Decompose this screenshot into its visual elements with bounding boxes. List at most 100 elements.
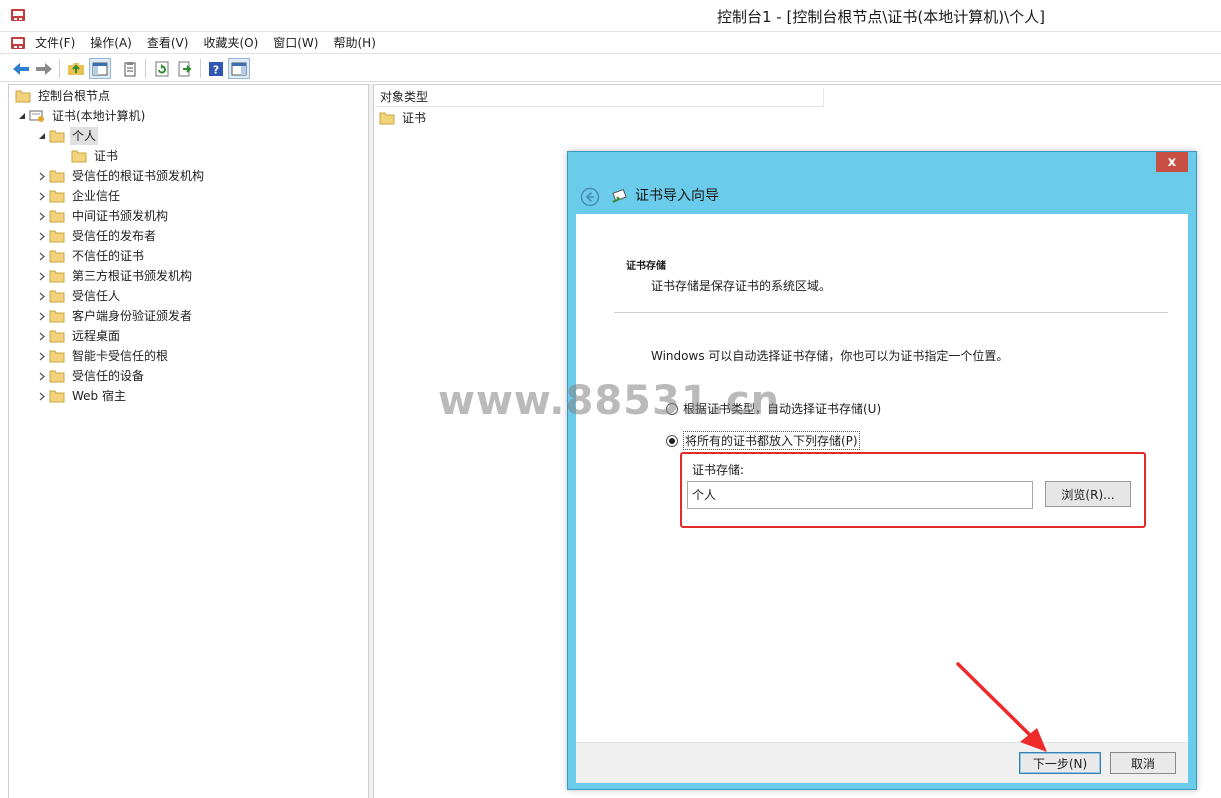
radio-place-in-store[interactable]: 将所有的证书都放入下列存储(P) [666, 431, 860, 450]
folder-icon [49, 230, 65, 243]
tree-label: 受信任的发布者 [72, 229, 157, 243]
expanded-arrow-icon[interactable] [35, 126, 49, 146]
toolbar-up-button[interactable] [65, 58, 87, 79]
forward-icon [36, 62, 52, 75]
list-item[interactable]: 证书 [379, 109, 428, 127]
wizard-title: 证书导入向导 [635, 188, 719, 204]
folder-icon [49, 330, 65, 343]
certificate-store-highlight: 证书存储: 个人 浏览(R)... [680, 452, 1146, 528]
tree-node-personal[interactable]: 个人 [35, 126, 99, 146]
folder-icon [379, 112, 395, 125]
tree-label: 受信任的设备 [72, 369, 145, 383]
export-list-icon [178, 61, 192, 76]
collapsed-arrow-icon[interactable] [35, 166, 49, 186]
browse-button[interactable]: 浏览(R)... [1045, 481, 1131, 507]
menu-bar: 文件(F) 操作(A) 查看(V) 收藏夹(O) 窗口(W) 帮助(H) [0, 32, 1221, 54]
collapsed-arrow-icon[interactable] [35, 366, 49, 386]
close-button[interactable]: x [1156, 152, 1188, 172]
certificate-store-label: 证书存储: [692, 463, 745, 477]
collapsed-arrow-icon[interactable] [35, 266, 49, 286]
collapsed-arrow-icon[interactable] [35, 286, 49, 306]
tree-node-store[interactable]: 第三方根证书颁发机构 [35, 266, 194, 286]
tree-node-console-root[interactable]: 控制台根节点 [15, 86, 112, 106]
menu-help[interactable]: 帮助(H) [332, 35, 381, 51]
collapsed-arrow-icon[interactable] [35, 306, 49, 326]
tree-node-store[interactable]: 受信任的设备 [35, 366, 146, 386]
tree-label: 受信任的根证书颁发机构 [72, 169, 205, 183]
tree-node-store[interactable]: 企业信任 [35, 186, 122, 206]
radio-button-checked[interactable] [666, 434, 678, 447]
menu-action[interactable]: 操作(A) [89, 35, 138, 51]
expanded-arrow-icon[interactable] [15, 106, 29, 126]
tree-label: Web 宿主 [72, 389, 126, 403]
console-tree-pane[interactable]: 控制台根节点 证书(本地计算机) 个人 证书 受信任的根证书颁发机构企业信任 中间… [8, 84, 369, 798]
tree-label: 控制台根节点 [38, 89, 111, 103]
section-heading: 证书存储 [626, 261, 666, 272]
toolbar-show-tree-button[interactable] [89, 58, 111, 79]
menu-window[interactable]: 窗口(W) [272, 35, 324, 51]
toolbar-back-button[interactable] [10, 58, 32, 79]
wizard-footer: 下一步(N) 取消 [576, 742, 1188, 783]
collapsed-arrow-icon[interactable] [35, 186, 49, 206]
wizard-body: 证书存储 证书存储是保存证书的系统区域。 Windows 可以自动选择证书存储，… [576, 214, 1188, 742]
collapsed-arrow-icon[interactable] [35, 226, 49, 246]
collapsed-arrow-icon[interactable] [35, 386, 49, 406]
tree-node-store[interactable]: 客户端身份验证颁发者 [35, 306, 194, 326]
tree-label: 远程桌面 [72, 329, 121, 343]
tree-node-store[interactable]: 不信任的证书 [35, 246, 146, 266]
toolbar-action-pane-button[interactable] [228, 58, 250, 79]
section-divider [614, 312, 1168, 313]
folder-icon [49, 190, 65, 203]
next-button[interactable]: 下一步(N) [1019, 752, 1101, 774]
toolbar-refresh-button[interactable] [151, 58, 173, 79]
list-item-label: 证书 [402, 111, 427, 125]
console-doc-icon[interactable] [9, 34, 27, 52]
intro-text: Windows 可以自动选择证书存储，你也可以为证书指定一个位置。 [651, 349, 1009, 363]
tree-label: 个人 [70, 127, 99, 145]
column-header-object-type[interactable]: 对象类型 [375, 88, 824, 107]
collapsed-arrow-icon[interactable] [35, 346, 49, 366]
window-title: 控制台1 - [控制台根节点\证书(本地计算机)\个人] [716, 8, 1045, 26]
tree-node-store[interactable]: 受信任的根证书颁发机构 [35, 166, 206, 186]
folder-icon [49, 310, 65, 323]
radio-button[interactable] [666, 402, 678, 415]
tree-node-store[interactable]: 中间证书颁发机构 [35, 206, 170, 226]
certificate-store-field[interactable]: 个人 [687, 481, 1033, 509]
tree-node-store[interactable]: 受信任的发布者 [35, 226, 158, 246]
tree-node-store[interactable]: Web 宿主 [35, 386, 128, 406]
folder-icon [49, 130, 65, 143]
back-arrow-icon[interactable] [580, 187, 600, 207]
properties-icon [124, 61, 136, 76]
folder-icon [49, 250, 65, 263]
menu-file[interactable]: 文件(F) [34, 35, 81, 51]
up-folder-icon [68, 62, 84, 75]
radio-auto-select-store[interactable]: 根据证书类型，自动选择证书存储(U) [666, 400, 881, 417]
radio-label: 根据证书类型，自动选择证书存储(U) [683, 402, 882, 416]
tree-node-personal-certificates[interactable]: 证书 [71, 146, 120, 166]
certificate-import-wizard-dialog: x 证书导入向导 证书存储 证书存储是保存证书的系统区域。 Windows 可以… [567, 151, 1197, 790]
tree-node-store[interactable]: 智能卡受信任的根 [35, 346, 170, 366]
folder-icon [49, 170, 65, 183]
folder-icon [49, 370, 65, 383]
toolbar-properties-button[interactable] [119, 58, 141, 79]
tree-label: 智能卡受信任的根 [72, 349, 169, 363]
action-pane-icon [231, 62, 247, 75]
title-bar: 控制台1 - [控制台根节点\证书(本地计算机)\个人] [0, 0, 1221, 32]
tree-node-certificates-local[interactable]: 证书(本地计算机) [15, 106, 147, 126]
cancel-button[interactable]: 取消 [1110, 752, 1176, 774]
collapsed-arrow-icon[interactable] [35, 206, 49, 226]
toolbar-export-button[interactable] [174, 58, 196, 79]
toolbar-help-button[interactable]: ? [205, 58, 227, 79]
tree-node-store[interactable]: 受信任人 [35, 286, 122, 306]
menu-favorites[interactable]: 收藏夹(O) [202, 35, 264, 51]
collapsed-arrow-icon[interactable] [35, 246, 49, 266]
back-icon [13, 62, 29, 75]
help-icon: ? [209, 61, 223, 76]
collapsed-arrow-icon[interactable] [35, 326, 49, 346]
toolbar-forward-button[interactable] [33, 58, 55, 79]
toolbar: ? [0, 55, 1221, 82]
menu-view[interactable]: 查看(V) [146, 35, 195, 51]
tree-label: 第三方根证书颁发机构 [72, 269, 193, 283]
certificate-snapin-icon [29, 110, 44, 122]
tree-node-store[interactable]: 远程桌面 [35, 326, 122, 346]
